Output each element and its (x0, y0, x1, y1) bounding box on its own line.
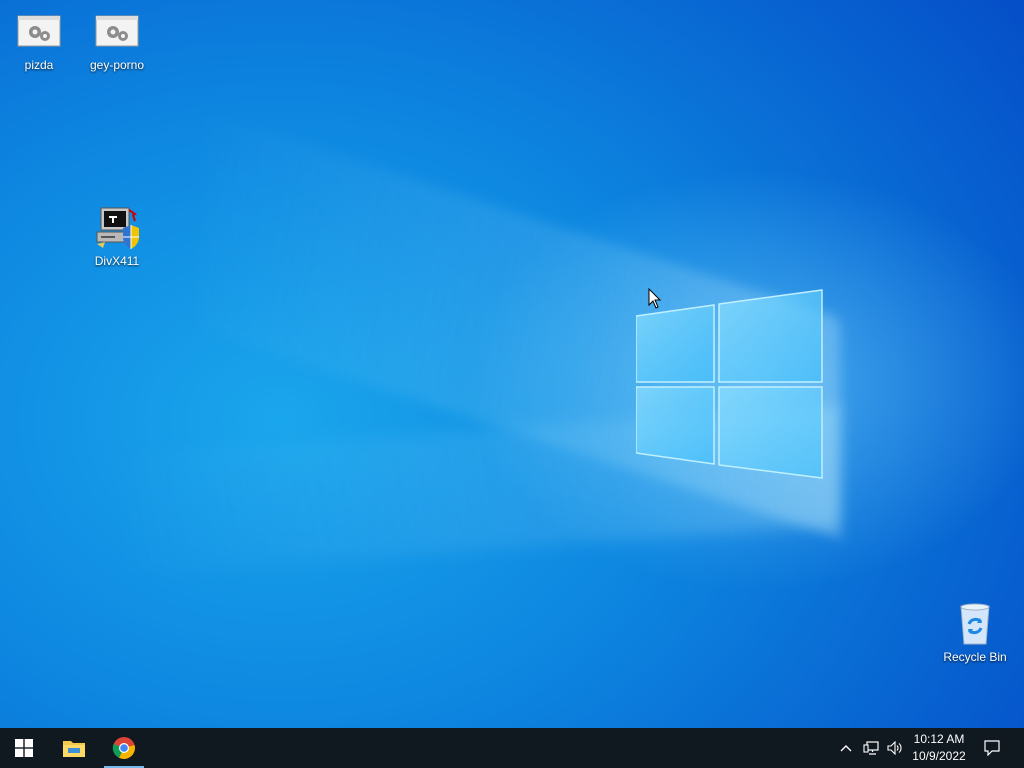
taskbar: 10:12 AM 10/9/2022 (0, 728, 1024, 768)
settings-file-icon (93, 10, 141, 54)
action-center-icon (984, 740, 1000, 756)
desktop-icon-gey-porno[interactable]: gey-porno (79, 10, 155, 72)
desktop-icon-recycle-bin[interactable]: Recycle Bin (937, 602, 1013, 664)
clock-date: 10/9/2022 (912, 749, 966, 763)
desktop[interactable]: pizda gey-porno DivX411 Recycle Bin (0, 0, 1024, 728)
mouse-cursor-icon (648, 288, 662, 309)
recycle-bin-icon (951, 602, 999, 646)
volume-button[interactable] (884, 728, 906, 768)
desktop-icon-pizda[interactable]: pizda (1, 10, 77, 72)
installer-computer-icon (93, 206, 141, 250)
desktop-icon-label: gey-porno (89, 58, 145, 72)
network-button[interactable] (860, 728, 882, 768)
clock-time: 10:12 AM (913, 732, 965, 746)
chrome-icon (112, 737, 135, 759)
desktop-icon-label: Recycle Bin (943, 650, 1007, 664)
taskbar-clock[interactable]: 10:12 AM 10/9/2022 (906, 731, 972, 765)
desktop-icon-label: DivX411 (94, 254, 140, 268)
show-hidden-icons-button[interactable] (836, 728, 856, 768)
action-center-button[interactable] (978, 728, 1006, 768)
volume-icon (887, 741, 902, 755)
file-explorer-icon (63, 741, 85, 757)
desktop-icon-divx411[interactable]: DivX411 (79, 206, 155, 268)
windows-start-icon (15, 739, 33, 757)
start-button[interactable] (0, 728, 48, 768)
network-icon (863, 741, 879, 755)
chevron-up-icon (840, 745, 852, 752)
settings-file-icon (15, 10, 63, 54)
taskbar-chrome-button[interactable] (100, 728, 148, 768)
desktop-icon-label: pizda (24, 58, 54, 72)
windows-wallpaper-logo (636, 289, 823, 479)
taskbar-file-explorer-button[interactable] (50, 728, 98, 768)
